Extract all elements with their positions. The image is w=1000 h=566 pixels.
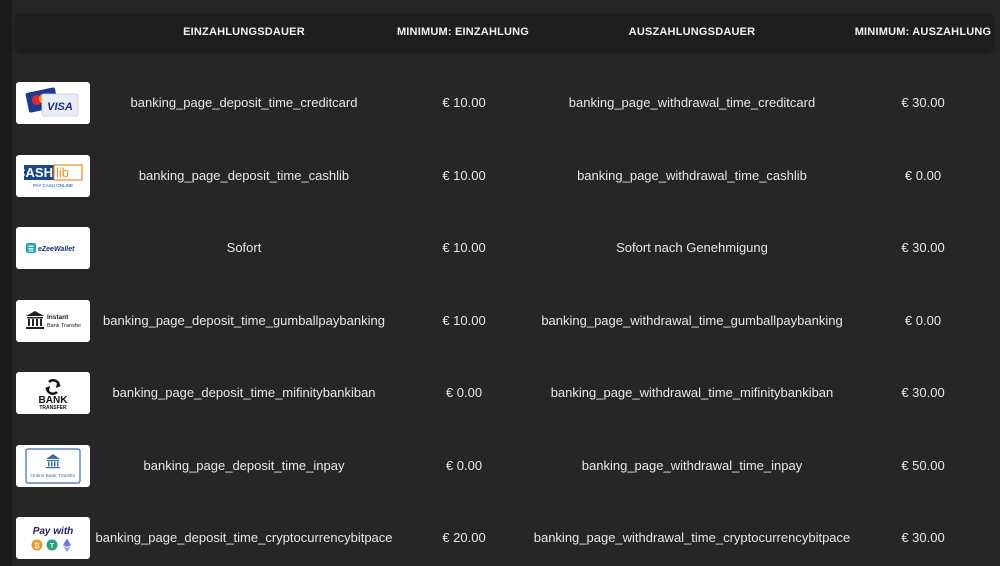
- deposit-time: banking_page_deposit_time_gumballpaybank…: [103, 313, 385, 328]
- bank-transfer-arrows-icon: BANK TRANSFER: [16, 372, 90, 414]
- svg-text:TRANSFER: TRANSFER: [39, 405, 67, 411]
- svg-text:CASH: CASH: [16, 165, 53, 180]
- withdrawal-time: banking_page_withdrawal_time_gumballpayb…: [541, 313, 843, 328]
- header-withdrawal-time: AUSZAHLUNGSDAUER: [628, 26, 756, 38]
- table-row: Pay with ₿ T banking_page_deposit_time_c…: [0, 517, 1000, 559]
- deposit-time: Sofort: [226, 240, 262, 255]
- svg-text:Bank Transfer: Bank Transfer: [47, 323, 81, 329]
- svg-text:lib: lib: [56, 165, 69, 180]
- min-deposit: € 20.00: [442, 530, 486, 545]
- min-deposit: € 10.00: [442, 240, 486, 255]
- table-row: VISA banking_page_deposit_time_creditcar…: [0, 82, 1000, 124]
- svg-text:Online Bank Transfer: Online Bank Transfer: [30, 473, 75, 479]
- withdrawal-time: banking_page_withdrawal_time_creditcard: [568, 95, 816, 110]
- min-withdrawal: € 0.00: [904, 168, 942, 183]
- deposit-time: banking_page_deposit_time_inpay: [143, 458, 345, 473]
- table-row: CASH lib PAY CASH ONLINE banking_page_de…: [0, 155, 1000, 197]
- table-row: Instant Bank Transfer banking_page_depos…: [0, 300, 1000, 342]
- table-row: eZeeWallet Sofort € 10.00 Sofort nach Ge…: [0, 227, 1000, 269]
- svg-text:eZeeWallet: eZeeWallet: [38, 246, 75, 253]
- ezeewallet-logo: eZeeWallet: [16, 227, 90, 269]
- deposit-time: banking_page_deposit_time_creditcard: [130, 95, 358, 110]
- min-withdrawal: € 50.00: [901, 458, 945, 473]
- header-deposit-time: EINZAHLUNGSDAUER: [183, 26, 305, 38]
- min-deposit: € 10.00: [442, 313, 486, 328]
- header-min-deposit: MINIMUM: EINZAHLUNG: [396, 26, 530, 38]
- min-deposit: € 0.00: [445, 385, 483, 400]
- header-min-withdrawal: MINIMUM: AUSZAHLUNG: [854, 26, 992, 38]
- bank-building-icon: Instant Bank Transfer: [16, 300, 90, 342]
- svg-text:Pay with: Pay with: [33, 526, 74, 537]
- withdrawal-time: banking_page_withdrawal_time_mifinityban…: [550, 385, 834, 400]
- svg-text:VISA: VISA: [47, 101, 73, 113]
- deposit-time: banking_page_deposit_time_cashlib: [138, 168, 350, 183]
- min-withdrawal: € 30.00: [901, 385, 945, 400]
- withdrawal-time: Sofort nach Genehmigung: [616, 240, 768, 255]
- table-header: EINZAHLUNGSDAUER MINIMUM: EINZAHLUNG AUS…: [16, 14, 992, 50]
- svg-text:₿: ₿: [34, 542, 40, 550]
- cashlib-logo: CASH lib PAY CASH ONLINE: [16, 155, 90, 197]
- crypto-coins-icon: Pay with ₿ T: [16, 517, 90, 559]
- deposit-time: banking_page_deposit_time_mifinitybankib…: [112, 385, 376, 400]
- withdrawal-time: banking_page_withdrawal_time_inpay: [581, 458, 803, 473]
- min-deposit: € 0.00: [445, 458, 483, 473]
- withdrawal-time: banking_page_withdrawal_time_cryptocurre…: [533, 530, 851, 545]
- withdrawal-time: banking_page_withdrawal_time_cashlib: [577, 168, 807, 183]
- min-withdrawal: € 30.00: [901, 240, 945, 255]
- svg-text:T: T: [50, 543, 55, 550]
- min-withdrawal: € 30.00: [901, 530, 945, 545]
- min-withdrawal: € 30.00: [901, 95, 945, 110]
- table-row: Online Bank Transfer banking_page_deposi…: [0, 445, 1000, 487]
- min-deposit: € 10.00: [442, 95, 486, 110]
- deposit-time: banking_page_deposit_time_cryptocurrency…: [95, 530, 393, 545]
- table-row: BANK TRANSFER banking_page_deposit_time_…: [0, 372, 1000, 414]
- min-deposit: € 10.00: [442, 168, 486, 183]
- min-withdrawal: € 0.00: [904, 313, 942, 328]
- online-bank-transfer-icon: Online Bank Transfer: [16, 445, 90, 487]
- visa-mastercard-card-icon: VISA: [16, 82, 90, 124]
- svg-text:Instant: Instant: [47, 314, 69, 321]
- svg-text:PAY CASH ONLINE: PAY CASH ONLINE: [33, 183, 73, 188]
